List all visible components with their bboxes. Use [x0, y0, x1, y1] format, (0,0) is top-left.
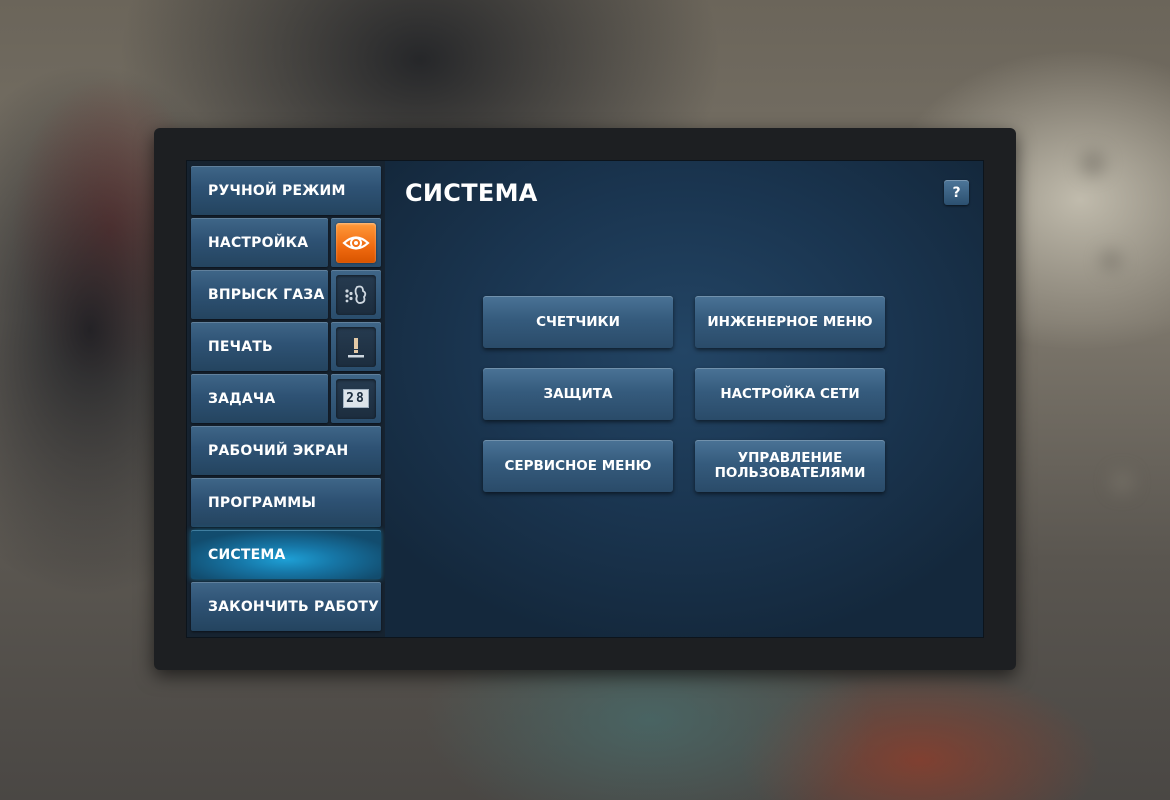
main-panel: СИСТЕМА ? СЧЕТЧИКИ ИНЖЕНЕРНОЕ МЕНЮ ЗАЩИТ… — [385, 161, 983, 637]
sidebar-item-programs[interactable]: ПРОГРАММЫ — [191, 478, 381, 527]
sidebar-item-label: ПРОГРАММЫ — [208, 494, 317, 511]
sidebar-item-label: ЗАДАЧА — [208, 390, 276, 407]
sidebar-item-label: НАСТРОЙКА — [208, 234, 309, 251]
sidebar-item-gas-injection[interactable]: ВПРЫСК ГАЗА — [191, 270, 328, 319]
sidebar-item-label: СИСТЕМА — [208, 546, 286, 563]
protection-button[interactable]: ЗАЩИТА — [483, 368, 673, 420]
page-title: СИСТЕМА — [405, 179, 538, 207]
sidebar-item-finish-work[interactable]: ЗАКОНЧИТЬ РАБОТУ — [191, 582, 381, 631]
engineering-menu-button[interactable]: ИНЖЕНЕРНОЕ МЕНЮ — [695, 296, 885, 348]
sidebar-item-work-screen[interactable]: РАБОЧИЙ ЭКРАН — [191, 426, 381, 475]
sidebar-item-label: РУЧНОЙ РЕЖИМ — [208, 182, 346, 199]
task-icon-button[interactable]: 28 — [331, 374, 381, 423]
sidebar-item-label: РАБОЧИЙ ЭКРАН — [208, 442, 349, 459]
user-management-button[interactable]: УПРАВЛЕНИЕ ПОЛЬЗОВАТЕЛЯМИ — [695, 440, 885, 492]
sidebar-item-label: ВПРЫСК ГАЗА — [208, 286, 325, 303]
hmi-screen: РУЧНОЙ РЕЖИМ НАСТРОЙКА ВПРЫСК ГАЗА ПЕЧАТ… — [186, 160, 984, 638]
print-icon-button[interactable] — [331, 322, 381, 371]
sidebar-item-print[interactable]: ПЕЧАТЬ — [191, 322, 328, 371]
background-blur — [1080, 150, 1106, 176]
camera-eye-icon — [336, 222, 376, 263]
sidebar-item-manual-mode[interactable]: РУЧНОЙ РЕЖИМ — [191, 166, 381, 215]
print-stamp-icon — [336, 326, 376, 367]
sidebar-item-setup[interactable]: НАСТРОЙКА — [191, 218, 328, 267]
gas-injection-icon-button[interactable] — [331, 270, 381, 319]
counters-button[interactable]: СЧЕТЧИКИ — [483, 296, 673, 348]
gas-cloud-icon — [336, 274, 376, 315]
counter-icon: 28 — [336, 378, 376, 419]
sidebar-item-label: ПЕЧАТЬ — [208, 338, 273, 355]
sidebar-item-system[interactable]: СИСТЕМА — [191, 530, 381, 579]
background-blur — [1110, 470, 1134, 494]
background-blur — [1100, 250, 1122, 272]
counter-icon-text: 28 — [343, 389, 369, 408]
sidebar-item-task[interactable]: ЗАДАЧА — [191, 374, 328, 423]
setup-icon-button[interactable] — [331, 218, 381, 267]
service-menu-button[interactable]: СЕРВИСНОЕ МЕНЮ — [483, 440, 673, 492]
help-button[interactable]: ? — [944, 180, 969, 205]
system-actions-grid: СЧЕТЧИКИ ИНЖЕНЕРНОЕ МЕНЮ ЗАЩИТА НАСТРОЙК… — [483, 296, 885, 492]
network-settings-button[interactable]: НАСТРОЙКА СЕТИ — [695, 368, 885, 420]
sidebar-item-label: ЗАКОНЧИТЬ РАБОТУ — [208, 598, 380, 615]
sidebar: РУЧНОЙ РЕЖИМ НАСТРОЙКА ВПРЫСК ГАЗА ПЕЧАТ… — [187, 161, 385, 637]
